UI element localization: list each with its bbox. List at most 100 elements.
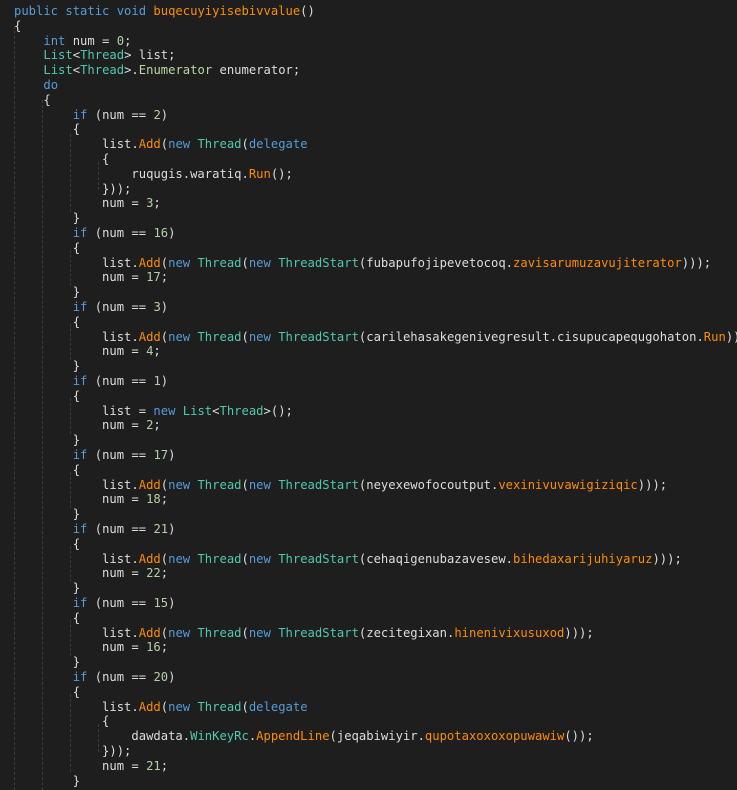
- code-line: list.Add(new Thread(new ThreadStart(fuba…: [14, 256, 711, 271]
- code-token: }: [14, 285, 81, 300]
- code-token: List: [43, 63, 73, 78]
- code-token: <: [72, 63, 81, 78]
- code-token: 20: [153, 670, 169, 684]
- code-token: {: [14, 92, 51, 107]
- code-token: num =: [14, 270, 147, 285]
- code-token: num =: [14, 492, 147, 507]
- code-token: ThreadStart: [278, 255, 359, 270]
- code-token: if: [72, 448, 88, 462]
- code-token: (): [300, 4, 315, 18]
- code-token: if: [72, 374, 88, 388]
- code-token: if: [72, 670, 88, 684]
- code-token: 21: [153, 522, 169, 536]
- code-token: (num ==: [87, 226, 154, 240]
- code-token: Enumerator: [138, 63, 213, 78]
- code-token: (num ==: [87, 448, 154, 462]
- code-token: bihedaxarijuhiyaruz: [513, 551, 653, 566]
- code-token: Thread: [219, 403, 264, 418]
- indent-guide: [98, 162, 99, 190]
- code-token: Add: [138, 137, 161, 152]
- code-token: ThreadStart: [278, 329, 359, 344]
- code-token: if: [72, 226, 88, 240]
- code-token: 2: [153, 107, 161, 122]
- code-line: if (num == 2): [14, 108, 168, 123]
- code-line: int num = 0;: [14, 34, 131, 49]
- code-token: (carilehasakegenivegresult.cisupucapequg…: [358, 329, 704, 344]
- code-token: ThreadStart: [278, 551, 359, 566]
- code-line: }: [14, 433, 80, 448]
- code-line: list.Add(new Thread(new ThreadStart(zeci…: [14, 626, 594, 641]
- indent-guide: [70, 250, 71, 286]
- code-token: 18: [146, 492, 161, 507]
- code-token: ): [168, 226, 176, 240]
- indent-guide: [70, 694, 71, 772]
- code-token: List: [182, 403, 213, 418]
- code-token: 0: [116, 33, 125, 48]
- code-token: zavisarumuzavujiterator: [513, 255, 682, 270]
- code-token: Thread: [197, 699, 242, 714]
- code-token: new: [248, 625, 279, 640]
- code-line: num = 2;: [14, 418, 161, 433]
- indent-guide: [98, 724, 99, 752]
- code-token: public static void: [14, 4, 154, 18]
- code-line: num = 22;: [14, 566, 168, 581]
- code-line: list.Add(new Thread(delegate: [14, 700, 308, 715]
- code-line: }: [14, 211, 80, 226]
- code-line: list.Add(new Thread(delegate: [14, 137, 308, 152]
- code-token: ): [160, 374, 169, 388]
- code-token: (: [241, 329, 249, 344]
- code-token: (num ==: [87, 522, 154, 536]
- code-line: do: [14, 78, 58, 93]
- code-token: (num ==: [87, 670, 154, 684]
- code-line: {: [14, 714, 109, 729]
- code-token: ;: [124, 33, 132, 48]
- code-token: Add: [138, 329, 161, 344]
- code-token: }: [14, 581, 81, 596]
- code-token: vexinivuvawigiziqic: [498, 477, 638, 492]
- code-token: (jeqabiwiyir.: [329, 729, 425, 744]
- code-token: list.: [14, 329, 139, 344]
- code-token: hinenivixusuxod: [454, 625, 565, 640]
- code-token: num =: [65, 33, 117, 48]
- code-token: num =: [14, 640, 147, 655]
- code-token: new: [168, 699, 198, 714]
- code-token: >.: [124, 63, 139, 78]
- code-line: {: [14, 92, 51, 108]
- code-token: 21: [146, 758, 161, 773]
- code-token: (: [241, 551, 249, 566]
- code-editor[interactable]: public static void buqecuyiyisebivvalue(…: [0, 0, 737, 790]
- code-line: List<Thread> list;: [14, 48, 175, 63]
- code-token: (: [160, 329, 169, 344]
- code-token: ): [168, 670, 176, 684]
- code-token: if: [72, 107, 88, 122]
- code-token: ): [160, 107, 169, 122]
- code-token: int: [43, 33, 66, 48]
- code-token: (num ==: [87, 596, 154, 610]
- code-token: ): [168, 448, 176, 462]
- code-token: 3: [153, 300, 161, 314]
- code-token: (: [160, 625, 169, 640]
- code-token: new: [248, 255, 279, 270]
- code-token: ;: [153, 344, 161, 359]
- code-token: (: [160, 551, 169, 566]
- code-line: }: [14, 655, 80, 670]
- code-token: }: [14, 433, 81, 448]
- code-line: num = 4;: [14, 344, 161, 359]
- code-token: Run: [703, 329, 726, 344]
- code-token: (: [241, 699, 249, 714]
- code-token: List: [43, 48, 73, 63]
- code-token: (fubapufojipevetocoq.: [358, 255, 514, 270]
- code-token: (zecitegixan.: [358, 625, 455, 640]
- code-line: }));: [14, 744, 131, 759]
- code-line: num = 17;: [14, 270, 168, 285]
- code-token: AppendLine: [256, 729, 330, 744]
- code-token: if: [72, 596, 88, 610]
- code-line: if (num == 21): [14, 522, 176, 537]
- code-token: }: [14, 211, 81, 226]
- code-token: }));: [14, 744, 132, 758]
- code-token: num =: [14, 758, 147, 773]
